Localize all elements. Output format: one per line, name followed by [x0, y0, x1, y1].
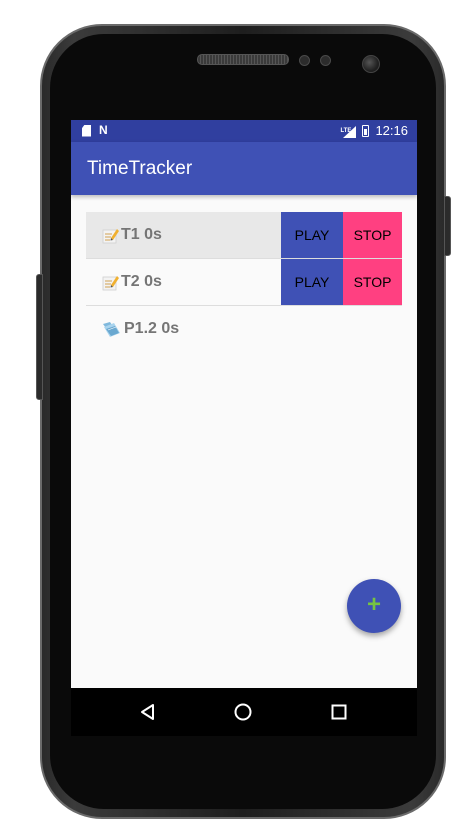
- list-item-task-1[interactable]: T1 0s PLAY STOP: [86, 212, 402, 259]
- back-icon[interactable]: [138, 702, 158, 722]
- list-item-project[interactable]: P1.2 0s: [86, 306, 402, 352]
- proximity-sensor: [299, 55, 310, 66]
- n-notification-icon: N: [99, 123, 108, 137]
- battery-icon: [362, 125, 370, 137]
- task-pencil-icon: [102, 228, 119, 243]
- volume-button: [36, 274, 43, 400]
- recents-icon[interactable]: [329, 702, 349, 722]
- power-button: [444, 196, 451, 256]
- add-button[interactable]: +: [347, 579, 401, 633]
- add-icon: +: [366, 591, 381, 618]
- status-time: 12:16: [375, 123, 408, 138]
- task-label: T2 0s: [121, 273, 162, 290]
- app-title: TimeTracker: [87, 158, 193, 179]
- navigation-bar: [71, 688, 417, 736]
- task-label: T1 0s: [121, 226, 162, 243]
- task-pencil-icon: [102, 275, 119, 290]
- status-bar: N LTE 12:16: [71, 120, 417, 142]
- play-button[interactable]: PLAY: [281, 259, 343, 305]
- lte-signal-icon: LTE: [340, 125, 357, 138]
- play-button[interactable]: PLAY: [281, 212, 343, 258]
- light-sensor: [320, 55, 331, 66]
- project-label: P1.2 0s: [124, 320, 180, 337]
- project-folder-icon: [103, 321, 120, 337]
- activity-list: T1 0s PLAY STOP T2 0s PLAY STOP P1.2 0s: [86, 212, 402, 352]
- app-bar: TimeTracker: [71, 142, 417, 195]
- earpiece-speaker: [197, 54, 289, 65]
- sd-card-icon: [82, 124, 91, 137]
- app-screen: N LTE 12:16 TimeTracker T1 0s PLAY STOP …: [71, 120, 417, 688]
- home-icon[interactable]: [233, 702, 253, 722]
- stop-button[interactable]: STOP: [343, 259, 402, 305]
- list-item-task-2[interactable]: T2 0s PLAY STOP: [86, 259, 402, 306]
- stop-button[interactable]: STOP: [343, 212, 402, 258]
- front-camera: [362, 55, 380, 73]
